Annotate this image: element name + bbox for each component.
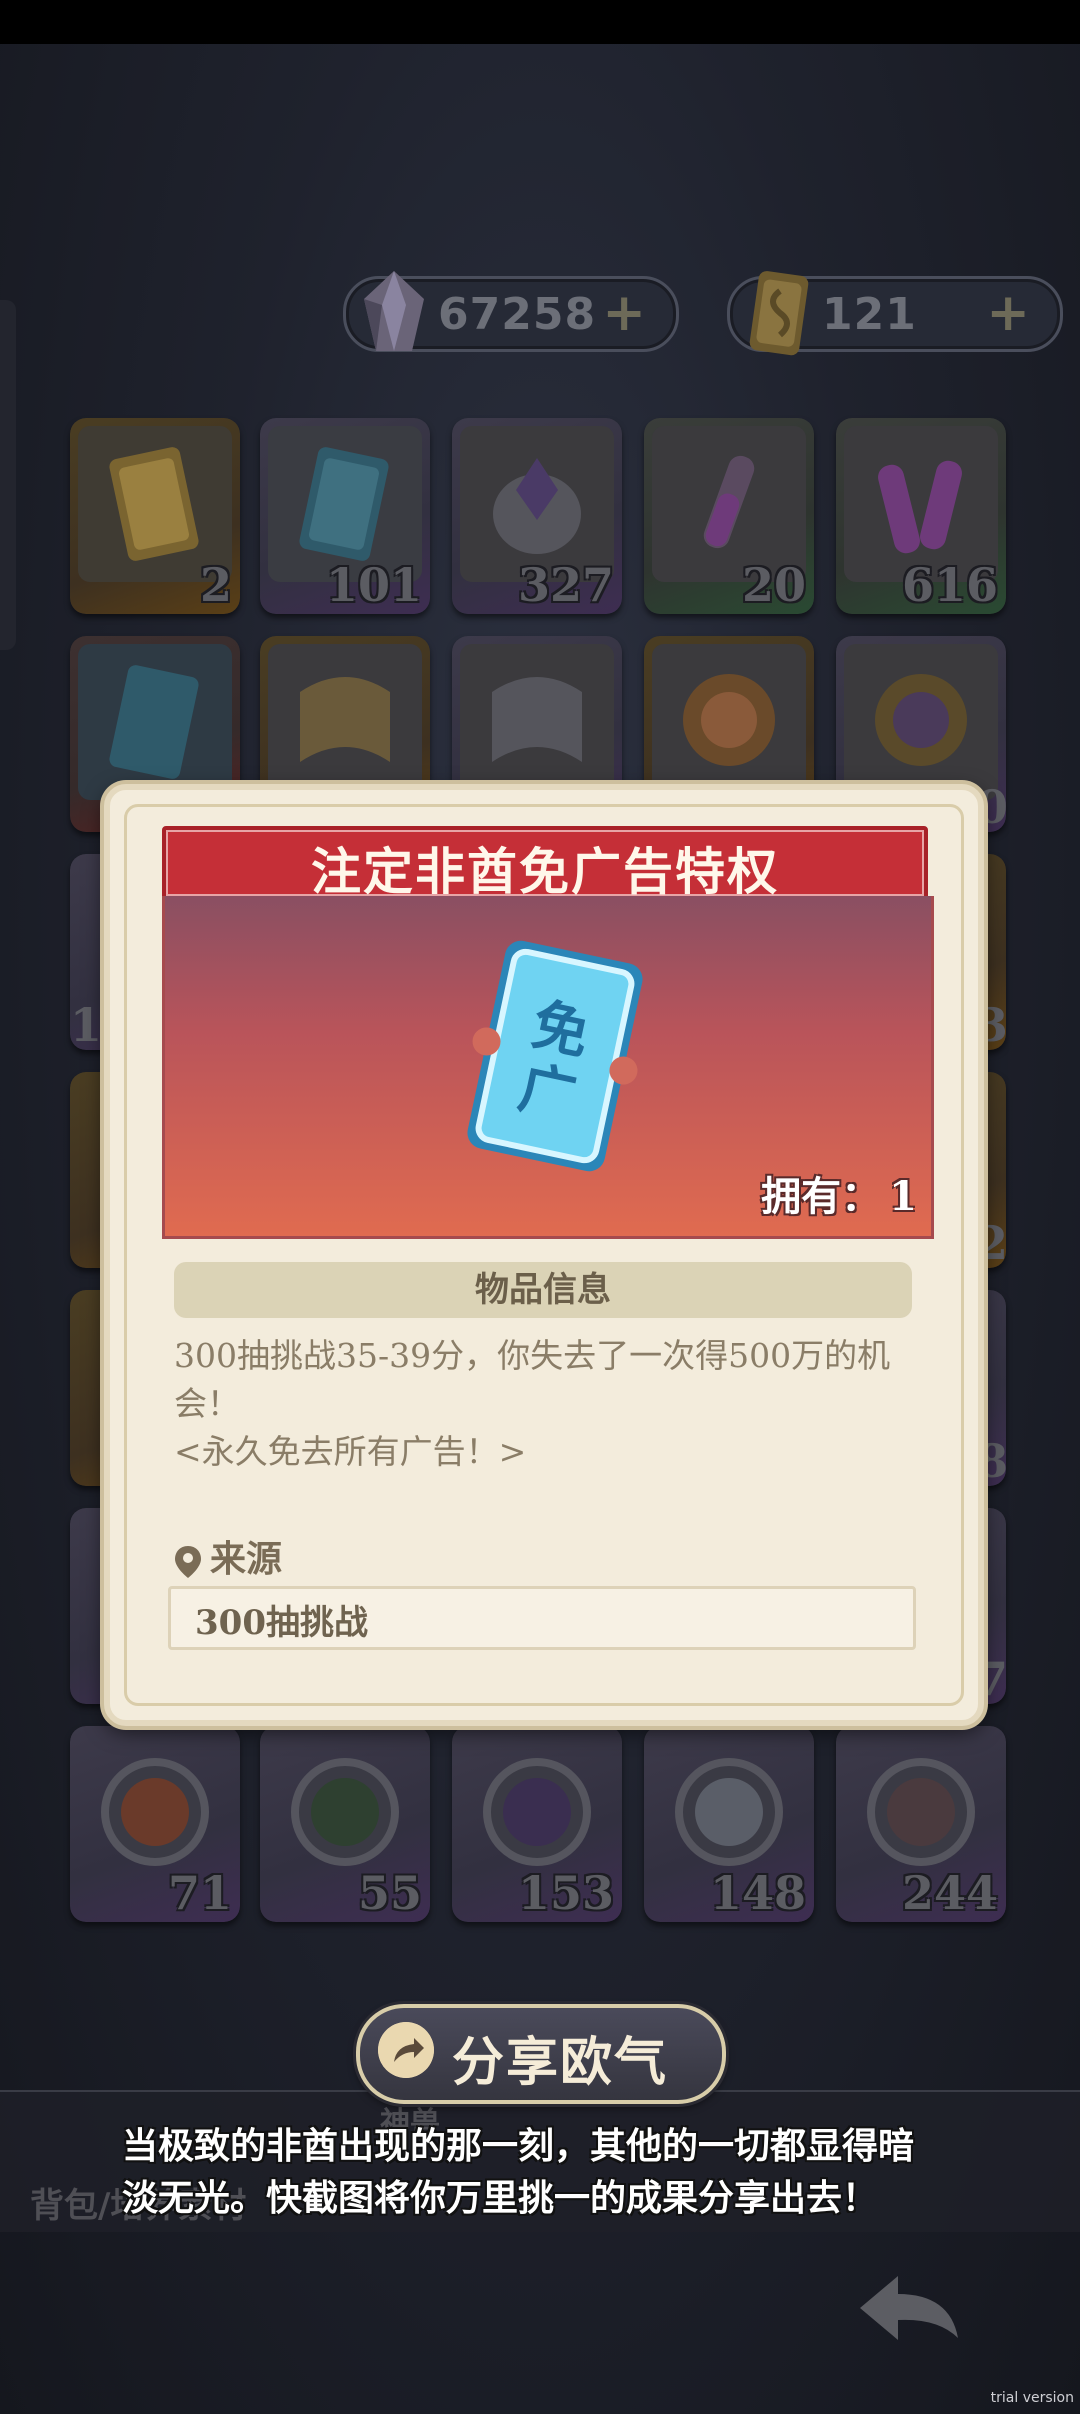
item-count: 327	[517, 558, 614, 612]
hero-portrait-white-icon	[675, 1758, 783, 1866]
ticket-currency-bar: 121 +	[727, 271, 1063, 356]
share-caption: 当极致的非酋出现的那一刻，其他的一切都显得暗淡无光。快截图将你万里挑一的成果分享…	[122, 2125, 915, 2219]
share-arrow-icon	[378, 2022, 434, 2078]
item-count: 616	[901, 558, 998, 612]
hero-portrait-green-icon	[291, 1758, 399, 1866]
ad-free-ticket-icon: 免 广	[467, 940, 643, 1172]
gem-currency-bar: 67258 +	[343, 271, 679, 352]
source-heading: 来源	[174, 1530, 282, 1582]
hero-tile[interactable]: 55	[260, 1726, 430, 1922]
owned-count: 1	[889, 1173, 917, 1220]
item-count: 20	[741, 558, 806, 612]
owned-count-label: 拥有： 1	[761, 1164, 917, 1222]
description-line: 300抽挑战35-39分，你失去了一次得500万的机会！	[174, 1336, 891, 1423]
hero-portrait-dark-icon	[867, 1758, 975, 1866]
hero-tile[interactable]: 71	[70, 1726, 240, 1922]
item-info-header: 物品信息	[174, 1262, 912, 1318]
add-gems-button[interactable]: +	[602, 283, 646, 343]
location-pin-icon	[175, 1546, 201, 1578]
item-detail-modal: 注定非酋免广告特权 免 广 拥有： 1 物品信息 300抽挑战35-39分，你失去…	[104, 784, 984, 1726]
item-count: 101	[325, 558, 422, 612]
description-line: <永久免去所有广告！>	[174, 1432, 527, 1471]
modal-title-banner: 注定非酋免广告特权	[162, 826, 928, 901]
hero-count: 71	[167, 1866, 232, 1920]
hero-tile[interactable]: 148	[644, 1726, 814, 1922]
hero-portrait-red-icon	[101, 1758, 209, 1866]
ticket-amount: 121	[822, 289, 917, 340]
crystal-egg-icon	[493, 458, 581, 554]
add-tickets-button[interactable]: +	[986, 283, 1030, 343]
hero-count: 55	[357, 1866, 422, 1920]
item-tile[interactable]: 616	[836, 418, 1006, 614]
crystal-gem-icon	[364, 271, 424, 351]
scroll-silver-icon	[492, 677, 582, 762]
back-arrow-icon[interactable]	[854, 2268, 964, 2348]
twin-potion-icon	[878, 460, 962, 554]
watermark: trial version	[990, 2390, 1074, 2406]
item-info-title: 物品信息	[475, 1270, 611, 1310]
share-luck-button[interactable]: 分享欧气	[356, 2004, 726, 2104]
hero-count: 153	[517, 1866, 614, 1920]
hero-count: 148	[709, 1866, 806, 1920]
item-preview: 免 广 拥有： 1	[162, 896, 934, 1239]
summon-ticket-icon	[749, 271, 809, 356]
item-tile[interactable]: 2	[70, 418, 240, 614]
hero-count: 244	[901, 1866, 998, 1920]
item-description: 300抽挑战35-39分，你失去了一次得500万的机会！ <永久免去所有广告！>	[174, 1332, 914, 1476]
hero-tile[interactable]: 153	[452, 1726, 622, 1922]
scroll-gold-icon	[300, 677, 390, 762]
potion-vial-icon	[703, 455, 755, 549]
status-bar	[0, 0, 1080, 44]
source-value: 300抽挑战	[195, 1603, 368, 1643]
ad-free-ticket-gold-icon	[109, 447, 199, 561]
modal-title: 注定非酋免广告特权	[311, 842, 779, 901]
edge-count: 1	[70, 998, 103, 1052]
orange-medal-icon	[683, 674, 775, 766]
source-entry[interactable]: 300抽挑战	[168, 1586, 916, 1650]
side-drawer-handle[interactable]	[0, 300, 16, 650]
purple-medal-icon	[875, 674, 967, 766]
ad-free-ticket-blue-icon	[299, 447, 389, 561]
share-button-label: 分享欧气	[452, 2032, 669, 2093]
item-tile[interactable]: 327	[452, 418, 622, 614]
source-label: 来源	[210, 1538, 283, 1580]
ad-free-ticket-icon	[109, 665, 199, 779]
owned-label: 拥有：	[761, 1173, 882, 1220]
gem-amount: 67258	[438, 289, 597, 340]
item-count: 2	[199, 558, 232, 612]
hero-portrait-violet-icon	[483, 1758, 591, 1866]
hero-tile[interactable]: 244	[836, 1726, 1006, 1922]
item-tile[interactable]: 20	[644, 418, 814, 614]
item-tile[interactable]: 101	[260, 418, 430, 614]
